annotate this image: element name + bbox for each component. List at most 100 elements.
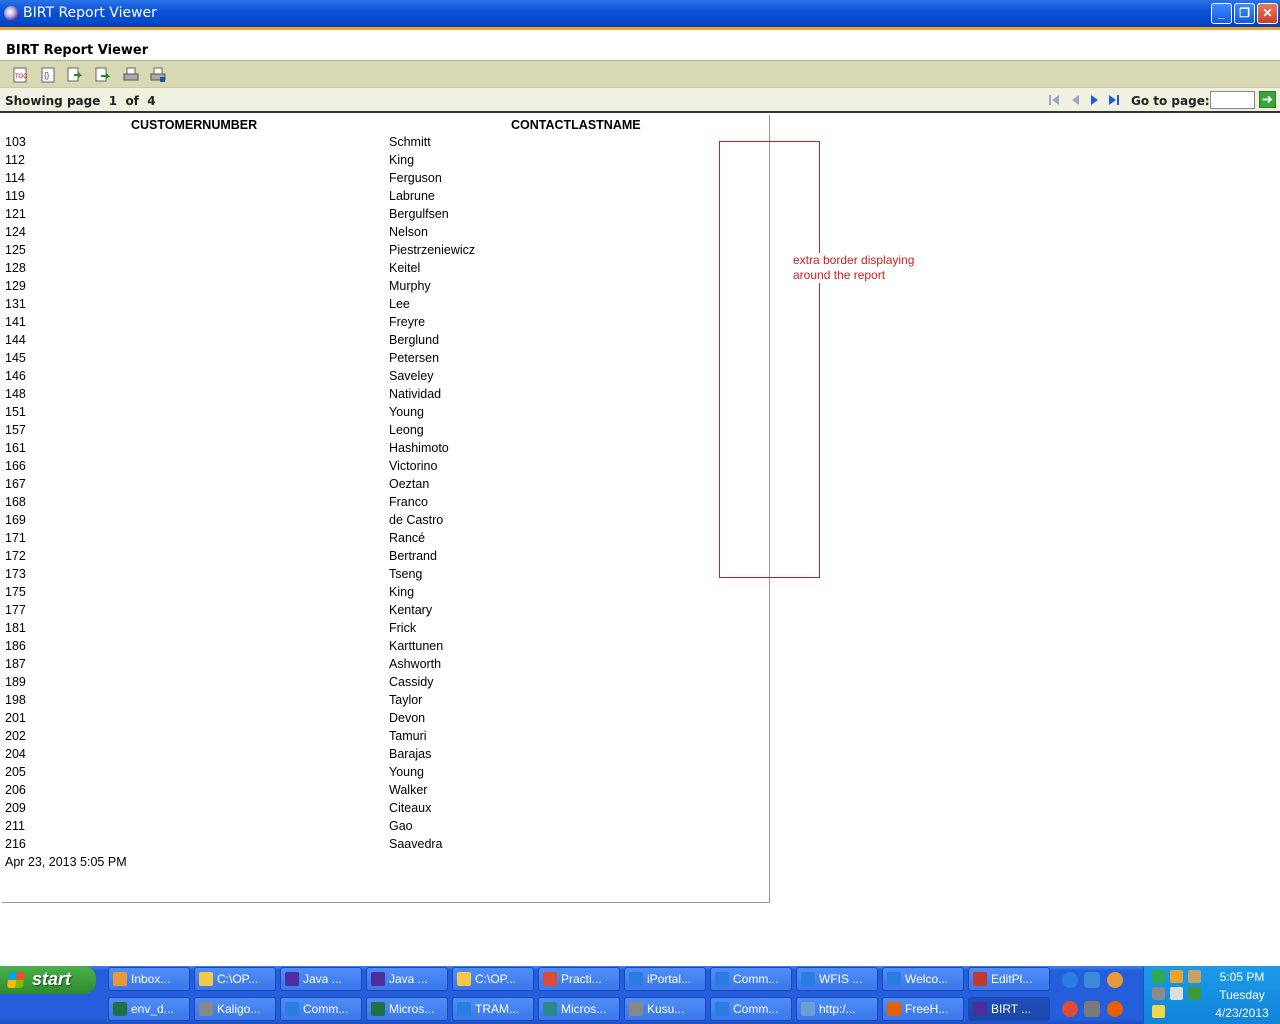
taskbar-button[interactable]: iPortal... [624, 967, 706, 991]
taskbar-button[interactable]: Welco... [882, 967, 964, 991]
clock-time: 5:05 PM [1219, 970, 1265, 984]
firefox-quicklaunch-icon[interactable] [1107, 1001, 1123, 1017]
ie-icon [715, 972, 729, 986]
taskbar-button[interactable]: BIRT ... [968, 997, 1050, 1021]
outlook-quicklaunch-icon[interactable] [1084, 972, 1100, 988]
goto-page-button[interactable] [1259, 91, 1276, 108]
customer-number-cell: 151 [5, 405, 26, 419]
table-row: 114 Ferguson [2, 171, 762, 189]
ie-icon [629, 972, 643, 986]
contact-lastname-cell: Walker [389, 783, 428, 797]
customer-number-cell: 148 [5, 387, 26, 401]
contact-lastname-cell: Nelson [389, 225, 428, 239]
taskbar-button[interactable]: Java ... [366, 967, 448, 991]
restore-button[interactable]: ❐ [1234, 3, 1255, 24]
contact-lastname-cell: Piestrzeniewicz [389, 243, 476, 257]
table-row: 172 Bertrand [2, 549, 762, 567]
taskbar-button-label: Comm... [303, 1002, 349, 1016]
folder-icon [457, 972, 471, 986]
table-row: 211 Gao [2, 819, 762, 837]
customer-number-cell: 131 [5, 297, 26, 311]
taskbar-button[interactable]: TRAM... [452, 997, 534, 1021]
taskbar-button-label: WFIS ... [819, 972, 863, 986]
system-clock[interactable]: 5:05 PM Tuesday 4/23/2013 [1204, 968, 1280, 1022]
taskbar-button-label: iPortal... [647, 972, 692, 986]
print-icon[interactable] [123, 67, 139, 83]
taskbar-button[interactable]: Micros... [366, 997, 448, 1021]
contact-lastname-cell: Taylor [389, 693, 423, 707]
parameters-icon[interactable]: {} [40, 67, 56, 83]
taskbar-button-label: C:\OP... [475, 972, 517, 986]
network-quicklaunch-icon[interactable] [1084, 1001, 1100, 1017]
customer-number-cell: 209 [5, 801, 26, 815]
table-row: 141 Freyre [2, 315, 762, 333]
toc-icon[interactable]: TOC [12, 67, 28, 83]
customer-number-cell: 198 [5, 693, 26, 707]
customer-number-cell: 128 [5, 261, 26, 275]
thunderbird-quicklaunch-icon[interactable] [1107, 972, 1123, 988]
taskbar-button[interactable]: Comm... [280, 997, 362, 1021]
customer-number-cell: 181 [5, 621, 26, 635]
previous-page-icon[interactable] [1068, 93, 1082, 107]
taskbar-button[interactable]: FreeH... [882, 997, 964, 1021]
taskbar-button[interactable]: C:\OP... [194, 967, 276, 991]
report-content: CUSTOMERNUMBER CONTACTLASTNAME 103 Schmit… [0, 115, 1280, 966]
table-row: 205 Young [2, 765, 762, 783]
taskbar-button[interactable]: Kaligo... [194, 997, 276, 1021]
table-row: 167 Oeztan [2, 477, 762, 495]
thunderbird-icon [113, 972, 127, 986]
customer-number-cell: 177 [5, 603, 26, 617]
export-report-icon[interactable] [95, 67, 111, 83]
lync-icon [543, 1002, 557, 1016]
total-pages: 4 [147, 94, 156, 108]
taskbar-button[interactable]: Inbox... [108, 967, 190, 991]
window-title-bar[interactable]: BIRT Report Viewer _ ❐ ✕ [0, 0, 1280, 27]
taskbar-button[interactable]: EditPl... [968, 967, 1050, 991]
ie-quicklaunch-icon[interactable] [1062, 972, 1078, 988]
taskbar-button[interactable]: Micros... [538, 997, 620, 1021]
table-row: 187 Ashworth [2, 657, 762, 675]
update-tray-icon[interactable] [1188, 970, 1201, 983]
taskbar-button-label: env_d... [131, 1002, 174, 1016]
taskbar-button[interactable]: Java ... [280, 967, 362, 991]
taskbar-button[interactable]: WFIS ... [796, 967, 878, 991]
svg-text:{}: {} [44, 71, 50, 80]
taskbar-button[interactable]: Comm... [710, 997, 792, 1021]
sync-tray-icon[interactable] [1152, 970, 1165, 983]
customer-number-cell: 121 [5, 207, 26, 221]
contact-lastname-cell: Bergulfsen [389, 207, 449, 221]
taskbar-button[interactable]: http:/... [796, 997, 878, 1021]
contact-lastname-cell: Barajas [389, 747, 432, 761]
shield-tray-icon[interactable] [1152, 1005, 1165, 1018]
taskbar-button[interactable]: Comm... [710, 967, 792, 991]
taskbar-button[interactable]: Kusu... [624, 997, 706, 1021]
network-tray-icon[interactable] [1152, 987, 1165, 1000]
table-row: 112 King [2, 153, 762, 171]
security-tray-icon[interactable] [1188, 987, 1201, 1000]
taskbar-button-label: C:\OP... [217, 972, 259, 986]
taskbar-button[interactable]: Practi... [538, 967, 620, 991]
first-page-icon[interactable] [1047, 93, 1061, 107]
chrome-icon [543, 972, 557, 986]
contact-lastname-cell: Bertrand [389, 549, 437, 563]
chrome-quicklaunch-icon[interactable] [1062, 1001, 1078, 1017]
last-page-icon[interactable] [1107, 93, 1121, 107]
taskbar-button[interactable]: C:\OP... [452, 967, 534, 991]
minimize-button[interactable]: _ [1211, 3, 1232, 24]
taskbar-button-label: Practi... [561, 972, 602, 986]
customer-number-cell: 175 [5, 585, 26, 599]
next-page-icon[interactable] [1088, 93, 1102, 107]
goto-page-input[interactable] [1210, 91, 1255, 109]
clock-day: Tuesday [1219, 988, 1265, 1002]
taskbar-button-label: Inbox... [131, 972, 171, 986]
annotation-line-2: around the report [793, 268, 886, 282]
start-button[interactable]: start [0, 966, 96, 994]
taskbar-button[interactable]: env_d... [108, 997, 190, 1021]
vmware-tray-icon[interactable] [1170, 987, 1183, 1000]
customer-number-cell: 187 [5, 657, 26, 671]
export-data-icon[interactable] [67, 67, 83, 83]
mail-tray-icon[interactable] [1170, 970, 1183, 983]
print-server-icon[interactable] [150, 67, 166, 83]
eclipse-icon [371, 972, 385, 986]
close-button[interactable]: ✕ [1257, 3, 1278, 24]
